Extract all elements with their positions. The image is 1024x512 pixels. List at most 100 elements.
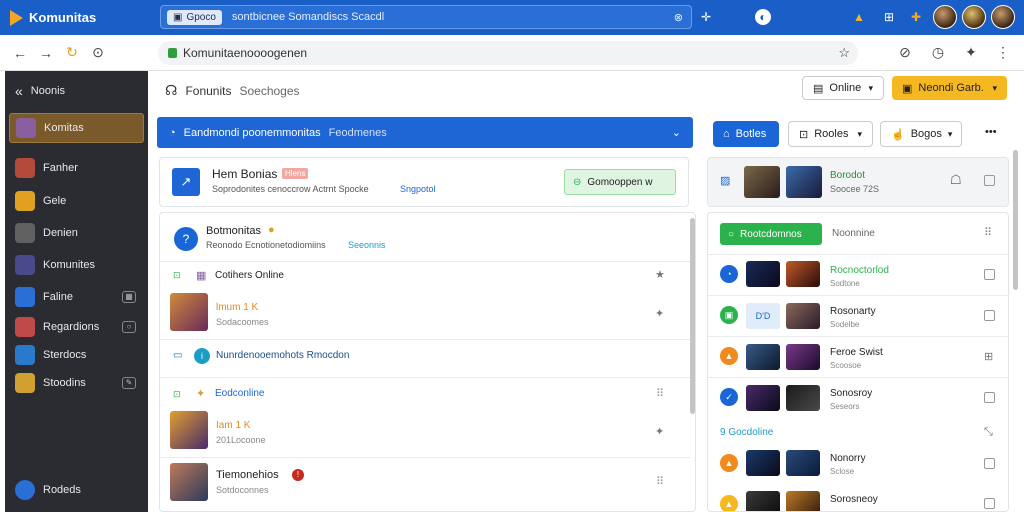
row-thumb[interactable] [746,450,780,476]
tab-green[interactable]: ○ Rootcdomnos [720,223,822,245]
grid-icon[interactable]: ⠿ [984,226,992,239]
pin-icon[interactable]: ✛ [697,8,715,26]
row-thumb[interactable] [786,385,820,411]
roles-dropdown[interactable]: ⊡ Rooles ▾ [788,121,873,147]
card-link[interactable]: Sngpotol [400,184,436,194]
grid-icon: ▦ [122,291,136,303]
checkbox[interactable] [984,458,995,469]
row-thumb[interactable] [786,450,820,476]
pin-icon[interactable]: ✦ [655,307,664,320]
row-thumb[interactable] [786,303,820,329]
forward-icon[interactable]: → [33,45,59,61]
row-thumb[interactable] [786,261,820,287]
alert-icon[interactable]: ▲ [850,8,868,26]
bottles-button[interactable]: ⌂ Botles [713,121,779,147]
sidebar-item-label: Denien [43,227,78,239]
roles-label: Rooles [814,128,849,140]
row-thumb[interactable] [746,385,780,411]
reload-icon[interactable]: ↻ [59,44,85,61]
thumb-icon: ☝ [891,128,905,141]
sidebar-item-stoodins[interactable]: Stoodins ✎ [9,368,144,398]
sidebar-item-label: Komunites [43,259,95,271]
grid-icon[interactable]: ⊞ [984,350,993,363]
sidebar-item-denien[interactable]: Denien [9,218,144,248]
post-sub: Reonodo Ecnotionetodiomiins [206,240,326,250]
avatar[interactable] [962,5,986,29]
sidebar-item-fanher[interactable]: Fanher [9,153,144,183]
member-thumb[interactable] [170,293,208,331]
sidebar-item-label: Gele [43,195,67,207]
pin-icon[interactable]: ✦ [655,425,664,438]
top-bar: Komunitas ▣ Gpoco sontbicnee Somandiscs … [0,0,1024,35]
circle-icon: ○ [728,228,735,240]
app-logo[interactable]: Komunitas [0,9,160,26]
tab-icon: ▭ [173,350,183,361]
featured-thumb[interactable] [744,166,780,198]
gift-icon[interactable]: ✚ [907,8,925,26]
history-icon[interactable]: ◷ [925,44,951,61]
sidebar-footer-item[interactable]: Rodeds [9,475,144,505]
community-avatar [15,191,35,211]
tab-other[interactable]: Noonnine [832,228,875,239]
url-field[interactable]: Komunitaenoooogenen ☆ [158,41,858,65]
row-thumb[interactable] [746,491,780,511]
toggle-icon[interactable]: ○ [122,321,136,333]
post-link[interactable]: Seeonnis [348,240,386,250]
checkbox[interactable] [984,498,995,509]
search-icon[interactable]: ⊘ [892,44,918,61]
bogos-dropdown[interactable]: ☝ Bogos ▾ [880,121,962,147]
row-thumb[interactable] [786,344,820,370]
checkbox[interactable] [984,269,995,280]
tab-chip[interactable]: ▣ Gpoco [167,9,222,25]
community-banner[interactable]: ◔ Eandmondi poonemmonitas Feodmenes ⌄ [157,117,693,148]
sidebar-item-komitas[interactable]: Komitas [9,113,144,143]
avatar[interactable] [933,5,957,29]
drag-handle-icon[interactable]: ⠿ [656,475,664,488]
edit-icon[interactable]: ✎ [122,377,136,389]
row-thumb[interactable] [786,491,820,511]
drag-handle-icon[interactable]: ⠿ [656,387,664,400]
chevron-down-icon[interactable]: ⌄ [672,126,681,139]
bookmark-star-icon[interactable]: ☆ [838,45,850,61]
member-thumb[interactable] [170,411,208,449]
page-subtitle: Soechoges [239,83,300,98]
online-dropdown[interactable]: ▤ Online ▾ [802,76,884,100]
primary-button[interactable]: ▣ Neondi Garb. ▾ [892,76,1007,100]
star-icon[interactable]: ★ [655,268,665,281]
account-icon[interactable]: ◐ [755,9,771,25]
checkbox[interactable] [984,175,995,186]
post-text[interactable]: Nunrdenooemohots Rmocdon [216,350,349,361]
home-icon[interactable]: ⊙ [85,44,111,61]
bell-icon[interactable]: ☖ [950,172,962,188]
tab-close-icon[interactable]: ⊗ [674,11,683,24]
back-icon[interactable]: ← [7,45,33,61]
member-name: Iam 1 K [216,420,251,431]
sidebar-item-sterdocs[interactable]: Sterdocs [9,340,144,370]
checkbox[interactable] [984,310,995,321]
row-title: Feroe Swist [830,347,883,358]
avatar[interactable] [991,5,1015,29]
checkbox[interactable] [984,392,995,403]
row-thumb[interactable] [746,344,780,370]
menu-icon[interactable]: ⋮ [990,44,1016,61]
row-sub: Seseors [830,402,860,411]
scrollbar[interactable] [690,218,695,414]
sidebar-item-komunites[interactable]: Komunites [9,250,144,280]
row-thumb[interactable] [746,261,780,287]
collapse-icon[interactable]: ⤡ [984,426,993,439]
sidebar-header[interactable]: « Noonis [9,76,144,106]
member-thumb[interactable] [170,463,208,501]
sidebar-item-regardions[interactable]: Regardions ○ [9,312,144,342]
row-badge[interactable]: D'D [746,303,780,329]
sidebar-item-faline[interactable]: Faline ▦ [9,282,144,312]
scrollbar[interactable] [1013,150,1018,290]
more-icon[interactable]: ••• [985,126,997,138]
sidebar-footer-label: Rodeds [43,484,81,496]
featured-sub: Soocee 72S [830,184,880,194]
extension-icon[interactable]: ✦ [958,44,984,61]
puzzle-icon[interactable]: ⊞ [880,8,898,26]
sidebar-item-gele[interactable]: Gele [9,186,144,216]
browser-tab[interactable]: ▣ Gpoco sontbicnee Somandiscs Scacdl ⊗ [160,5,692,29]
featured-thumb[interactable] [786,166,822,198]
join-button[interactable]: ⊖ Gomooppen w [564,169,676,195]
